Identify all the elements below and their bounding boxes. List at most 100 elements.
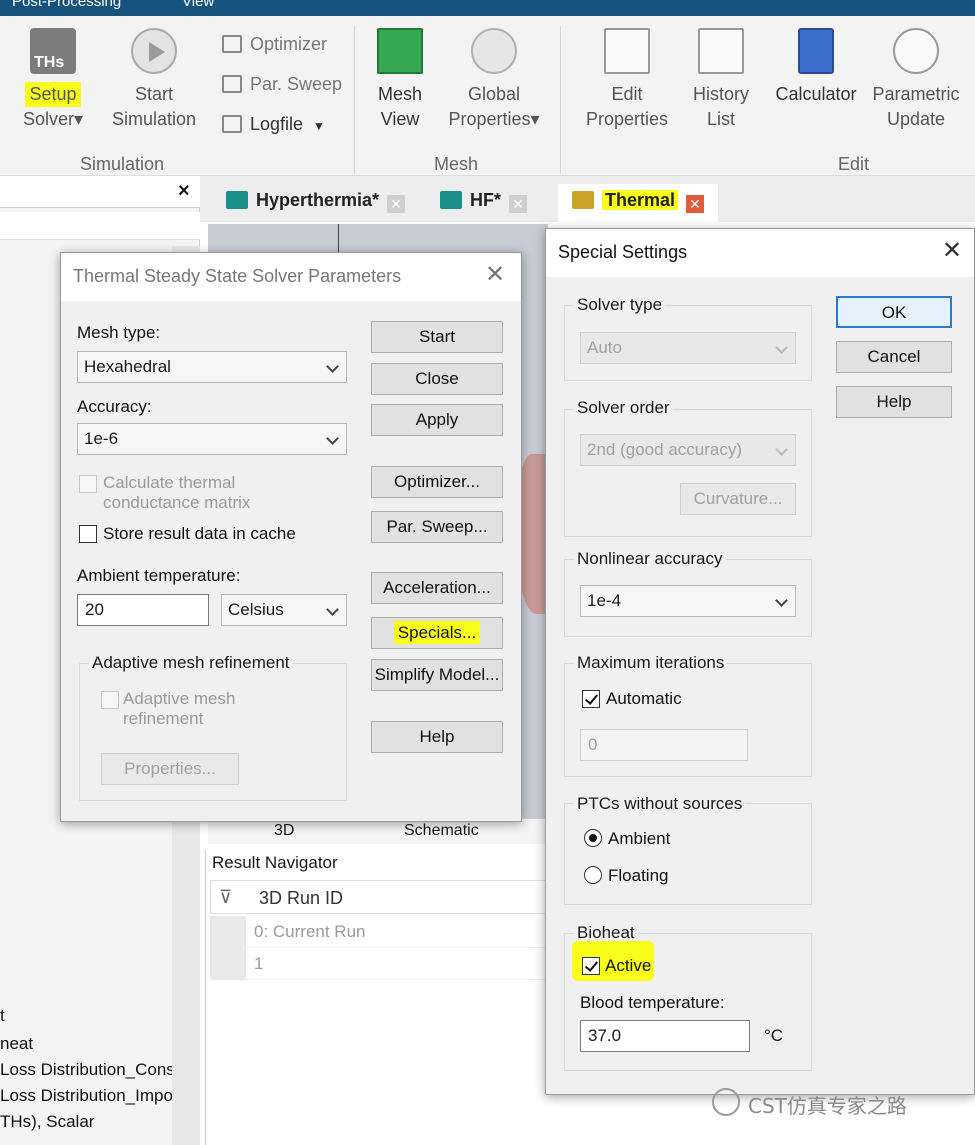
mesh-cube-icon [377, 28, 423, 74]
ribbon: THs Setup Solver▾ Start Simulation Optim… [0, 16, 975, 176]
tab-hyperthermia[interactable]: Hyperthermia* ✕ [226, 184, 406, 222]
accuracy-select[interactable]: 1e-6 [77, 423, 347, 455]
optimizer-icon [222, 35, 242, 53]
bioheat-active-label: Active [605, 956, 652, 975]
simplify-model-button[interactable]: Simplify Model... [371, 659, 503, 691]
bioheat-active-checkbox[interactable] [582, 957, 600, 975]
menu-view[interactable]: View [182, 0, 214, 10]
special-settings-dialog: Special Settings ✕ Solver type Auto Solv… [545, 228, 975, 1095]
parametric-update-button[interactable]: Parametric Update [868, 28, 964, 132]
mesh-view-button[interactable]: Mesh View [370, 28, 430, 132]
floating-radio[interactable] [584, 866, 602, 884]
start-simulation-label-2: Simulation [111, 109, 197, 129]
gear-icon [471, 28, 517, 74]
global-properties-button[interactable]: Global Properties▾ [444, 28, 544, 132]
nonlinear-accuracy-select[interactable]: 1e-4 [580, 585, 796, 617]
calculator-button[interactable]: Calculator [770, 28, 862, 107]
tree-item[interactable]: THs), Scalar [0, 1112, 94, 1132]
close-icon[interactable]: ✕ [387, 195, 406, 213]
cancel-button[interactable]: Cancel [836, 341, 952, 373]
panel-header [0, 176, 200, 208]
par-sweep-button[interactable]: Par. Sweep... [371, 511, 503, 543]
solver-type-group-title: Solver type [574, 295, 666, 315]
result-navigator: Result Navigator ⊽ 3D Run ID 0: Current … [205, 850, 550, 1145]
filter-icon[interactable]: ⊽ [219, 887, 232, 908]
hyperthermia-tab-icon [226, 191, 248, 209]
start-simulation-label: Start [134, 84, 173, 104]
par-sweep-button[interactable]: Par. Sweep [222, 74, 342, 95]
menu-post-processing[interactable]: Post-Processing [12, 0, 121, 10]
hf-tab-icon [440, 191, 462, 209]
acceleration-button[interactable]: Acceleration... [371, 572, 503, 604]
chevron-down-icon [775, 594, 788, 607]
blood-temperature-label: Blood temperature: [580, 993, 725, 1012]
automatic-label: Automatic [606, 689, 682, 708]
chevron-down-icon [326, 603, 339, 616]
table-row[interactable]: 0: Current Run [210, 916, 550, 948]
mesh-type-select[interactable]: Hexahedral [77, 351, 347, 383]
group-label-simulation: Simulation [80, 154, 165, 174]
history-list-icon [698, 28, 744, 74]
optimizer-button[interactable]: Optimizer [222, 34, 327, 55]
curvature-button[interactable]: Curvature... [680, 483, 796, 515]
tree-item[interactable]: Loss Distribution_Impor [0, 1086, 179, 1106]
table-row[interactable]: 1 [210, 948, 550, 980]
max-iterations-group-title: Maximum iterations [574, 653, 728, 673]
help-button[interactable]: Help [371, 721, 503, 753]
history-list-button[interactable]: History List [686, 28, 756, 132]
tab-thermal[interactable]: Thermal ✕ [558, 184, 718, 222]
start-button[interactable]: Start [371, 321, 503, 353]
tab-schematic[interactable]: Schematic [404, 822, 479, 840]
setup-solver-icon: THs [30, 28, 76, 74]
adaptive-properties-button[interactable]: Properties... [101, 753, 239, 785]
wechat-icon [712, 1088, 740, 1116]
adaptive-mesh-group-title: Adaptive mesh refinement [89, 653, 293, 673]
panel-search[interactable] [0, 212, 200, 240]
calc-conductance-label: Calculate thermal conductance matrix [103, 473, 251, 512]
ambient-temperature-input[interactable]: 20 [77, 594, 209, 626]
specials-button[interactable]: Specials... [371, 617, 503, 649]
ambient-unit-select[interactable]: Celsius [221, 594, 347, 626]
adaptive-mesh-label: Adaptive mesh refinement [123, 689, 236, 728]
tab-3d[interactable]: 3D [274, 822, 294, 840]
tree-item[interactable]: neat [0, 1034, 33, 1054]
dialog-title: Special Settings [546, 229, 974, 277]
automatic-checkbox[interactable] [582, 690, 600, 708]
store-cache-checkbox[interactable] [79, 525, 97, 543]
logfile-button[interactable]: Logfile ▼ [222, 114, 325, 135]
calc-conductance-checkbox[interactable] [79, 475, 97, 493]
start-simulation-button[interactable]: Start Simulation [106, 28, 202, 132]
ok-button[interactable]: OK [836, 296, 952, 328]
ptc-group [564, 803, 812, 905]
group-separator [354, 26, 355, 174]
play-icon [131, 28, 177, 74]
close-icon[interactable]: ✕ [686, 195, 705, 213]
tree-item[interactable]: t [0, 1006, 5, 1026]
apply-button[interactable]: Apply [371, 404, 503, 436]
bioheat-group-title: Bioheat [574, 923, 638, 943]
solver-order-select[interactable]: 2nd (good accuracy) [580, 434, 796, 466]
close-button[interactable]: Close [371, 363, 503, 395]
optimizer-button[interactable]: Optimizer... [371, 466, 503, 498]
tab-hf[interactable]: HF* ✕ [440, 184, 540, 222]
blood-temperature-input[interactable]: 37.0 [580, 1020, 750, 1052]
parametric-update-icon [893, 28, 939, 74]
chevron-down-icon [326, 432, 339, 445]
blood-temperature-unit: °C [764, 1026, 784, 1045]
close-icon[interactable]: × [178, 180, 190, 203]
max-iterations-input[interactable]: 0 [580, 729, 748, 761]
close-icon[interactable]: ✕ [485, 263, 505, 287]
watermark-text: CST仿真专家之路 [748, 1094, 907, 1118]
close-icon[interactable]: ✕ [509, 195, 527, 213]
adaptive-mesh-checkbox[interactable] [101, 691, 119, 709]
edit-properties-button[interactable]: Edit Properties [582, 28, 672, 132]
mesh-type-label: Mesh type: [77, 323, 161, 342]
help-button[interactable]: Help [836, 386, 952, 418]
close-icon[interactable]: ✕ [942, 239, 962, 263]
ambient-radio[interactable] [584, 829, 602, 847]
logfile-icon [222, 115, 242, 133]
chevron-down-icon: ▼ [313, 119, 325, 133]
setup-solver-button[interactable]: THs Setup Solver▾ [18, 28, 88, 132]
solver-type-select[interactable]: Auto [580, 332, 796, 364]
tree-item[interactable]: Loss Distribution_Consi [0, 1060, 179, 1080]
